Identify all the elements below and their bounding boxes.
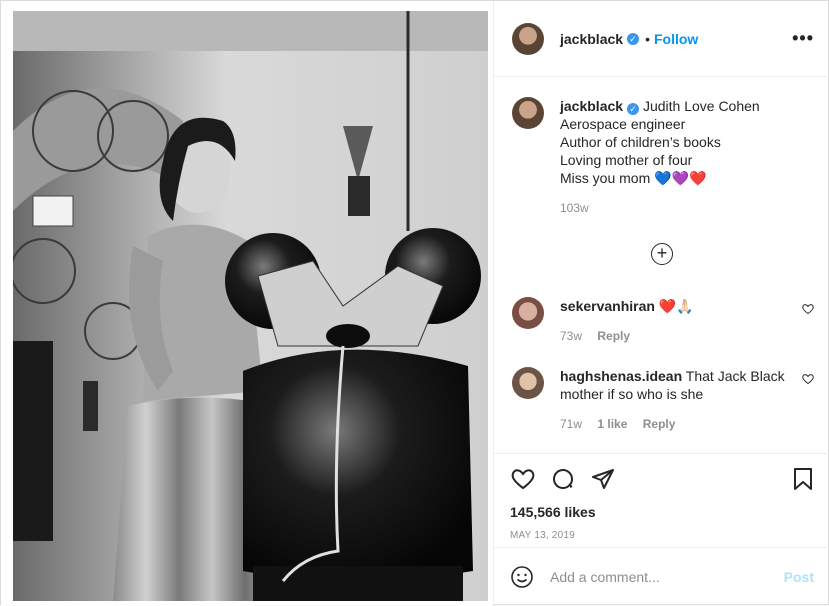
comment-item: haghshenas.idean That Jack Black mother … — [512, 367, 814, 433]
post-dialog: jackblack ✓ • Follow ••• jackblack ✓ Judi… — [0, 0, 829, 606]
comment-meta: 73w Reply — [560, 327, 802, 345]
caption-username[interactable]: jackblack — [560, 98, 623, 114]
comment-body: haghshenas.idean That Jack Black mother … — [560, 367, 802, 433]
post-photo[interactable] — [1, 1, 493, 606]
save-bookmark-icon[interactable] — [792, 467, 814, 491]
comment-time[interactable]: 73w — [560, 329, 582, 343]
caption-line: Aerospace engineer — [560, 116, 686, 132]
comment-body: sekervanhiran ❤️🙏🏻 73w Reply — [560, 297, 802, 345]
commenter-avatar[interactable] — [512, 367, 544, 399]
plus-circle-icon[interactable]: + — [651, 243, 673, 265]
author-username[interactable]: jackblack — [560, 31, 623, 47]
caption-line: Miss you mom 💙💜❤️ — [560, 170, 707, 186]
like-heart-icon[interactable] — [510, 467, 536, 491]
commenter-avatar[interactable] — [512, 297, 544, 329]
like-comment-heart-icon[interactable] — [802, 373, 814, 385]
more-options-icon[interactable]: ••• — [792, 28, 814, 49]
caption-line: Author of children’s books — [560, 134, 721, 150]
action-icons — [510, 466, 814, 492]
emoji-smiley-icon[interactable] — [510, 565, 534, 589]
comment-bubble-icon[interactable] — [550, 467, 576, 491]
comment-meta: 71w 1 like Reply — [560, 415, 802, 433]
header-separator: • — [645, 30, 650, 47]
comment-text: ❤️🙏🏻 — [658, 298, 694, 314]
reply-button[interactable]: Reply — [643, 417, 676, 431]
caption-body: jackblack ✓ Judith Love Cohen Aerospace e… — [560, 97, 760, 217]
post-header: jackblack ✓ • Follow ••• — [494, 1, 829, 77]
like-comment-heart-icon[interactable] — [802, 303, 814, 315]
comment-input[interactable] — [550, 569, 784, 585]
comment-item: sekervanhiran ❤️🙏🏻 73w Reply — [512, 297, 814, 345]
comment-time[interactable]: 71w — [560, 417, 582, 431]
reply-button[interactable]: Reply — [597, 329, 630, 343]
verified-badge-icon: ✓ — [627, 32, 640, 45]
author-avatar[interactable] — [512, 22, 544, 55]
caption-line: Loving mother of four — [560, 152, 693, 168]
like-count[interactable]: 145,566 likes — [510, 504, 814, 520]
comment-username[interactable]: sekervanhiran — [560, 298, 655, 314]
black-white-photo — [13, 11, 488, 601]
post-sidebar: jackblack ✓ • Follow ••• jackblack ✓ Judi… — [493, 1, 829, 606]
follow-button[interactable]: Follow — [654, 31, 698, 47]
caption-time: 103w — [560, 201, 589, 215]
caption-line: Judith Love Cohen — [642, 98, 760, 114]
comment-username[interactable]: haghshenas.idean — [560, 368, 682, 384]
add-comment-bar: Post — [494, 547, 829, 606]
caption-avatar[interactable] — [512, 97, 544, 129]
comment-like-count[interactable]: 1 like — [597, 417, 627, 431]
post-comment-button[interactable]: Post — [784, 569, 814, 585]
verified-badge-icon: ✓ — [627, 103, 640, 115]
caption: jackblack ✓ Judith Love Cohen Aerospace e… — [512, 97, 814, 217]
post-actions: 145,566 likes MAY 13, 2019 — [494, 453, 829, 541]
post-date[interactable]: MAY 13, 2019 — [510, 530, 814, 541]
share-paper-plane-icon[interactable] — [590, 467, 616, 491]
